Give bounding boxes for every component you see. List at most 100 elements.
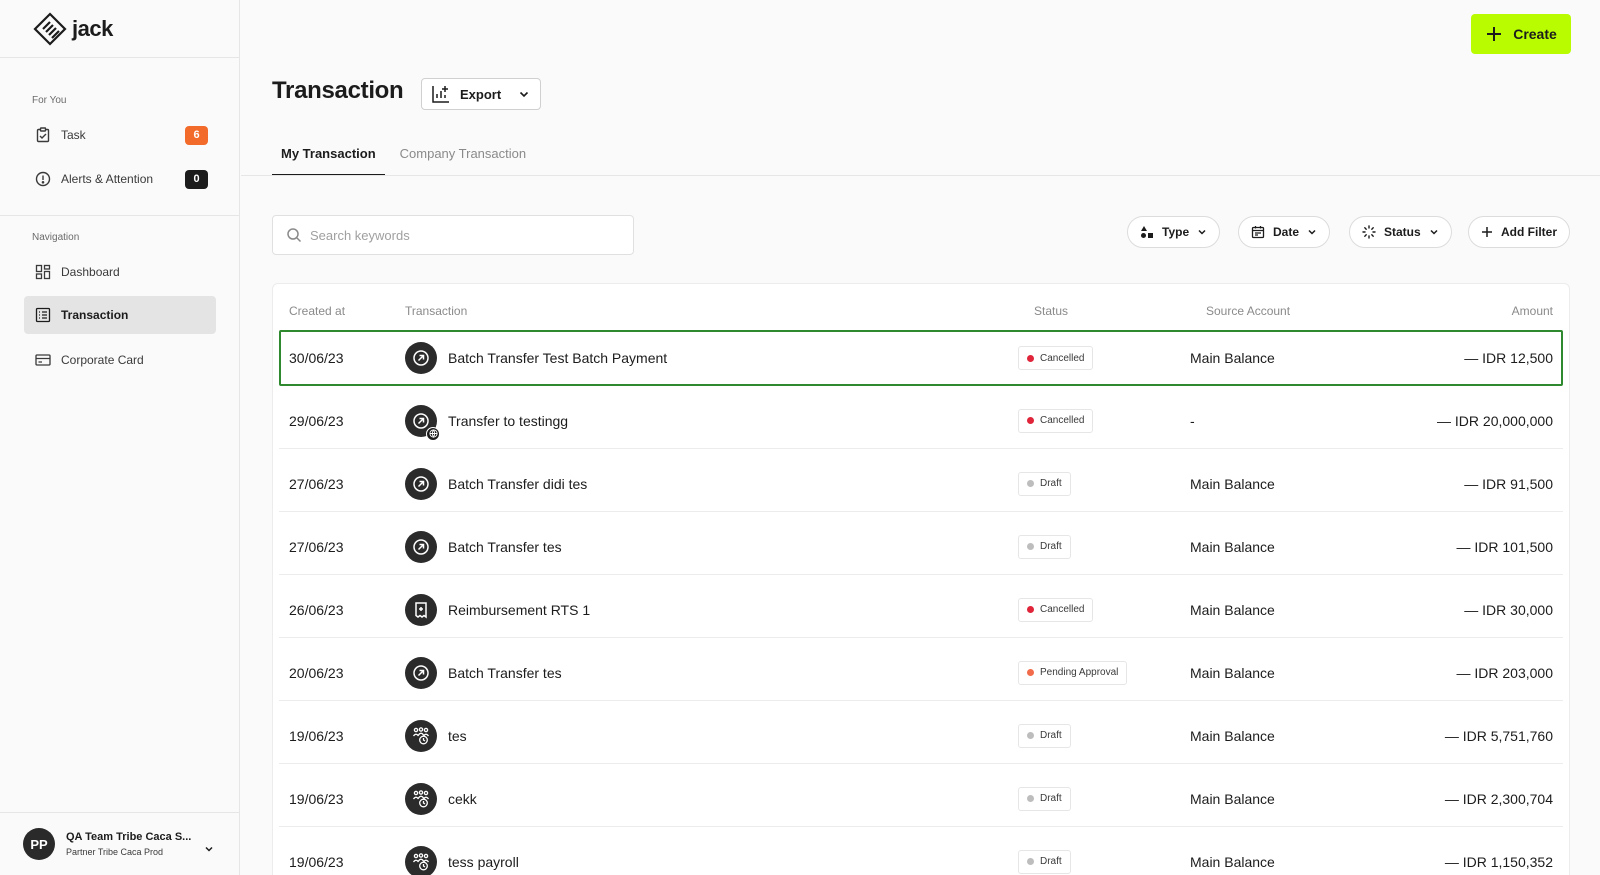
status-label: Draft: [1040, 856, 1062, 867]
status-label: Cancelled: [1040, 604, 1085, 615]
status-dot: [1027, 417, 1034, 424]
column-header-amount[interactable]: Amount: [1512, 304, 1553, 318]
alert-circle-icon: [34, 171, 51, 188]
row-status: Draft: [1018, 456, 1071, 511]
filter-status[interactable]: Status: [1349, 216, 1452, 248]
row-transaction: Reimbursement RTS 1: [405, 582, 590, 637]
row-date: 27/06/23: [289, 538, 344, 555]
table-row[interactable]: 30/06/23 Batch Transfer Test Batch Paymen…: [279, 330, 1563, 386]
plus-icon: [1487, 27, 1502, 41]
transaction-name: tes: [448, 727, 467, 744]
row-status: Cancelled: [1018, 393, 1094, 448]
calendar-icon: [1251, 226, 1265, 239]
row-transaction: cekk: [405, 771, 477, 826]
column-header-status[interactable]: Status: [1034, 304, 1068, 318]
tabs-divider: [241, 175, 1600, 176]
row-date: 30/06/23: [289, 350, 344, 366]
table-row[interactable]: 29/06/23 Transfer to testingg Cancelled - — …: [279, 393, 1563, 449]
row-amount: — IDR 101,500: [1456, 538, 1554, 555]
status-dot: [1027, 795, 1034, 802]
row-source-account: Main Balance: [1190, 538, 1275, 555]
row-status: Draft: [1018, 771, 1071, 826]
transaction-name: Batch Transfer didi tes: [448, 475, 588, 492]
table-row[interactable]: 19/06/23 tes Draft Main Balance — IDR 5,751,…: [279, 708, 1563, 764]
export-label: Export: [460, 86, 502, 102]
tab-company-transaction[interactable]: Company Transaction: [391, 140, 535, 176]
search-icon: [287, 228, 302, 243]
status-dot: [1027, 732, 1034, 739]
row-date: 26/06/23: [289, 601, 344, 618]
filter-type[interactable]: Type: [1127, 216, 1221, 248]
row-transaction: Batch Transfer tes: [405, 645, 562, 700]
alerts-count-badge: 0: [185, 169, 208, 189]
create-button[interactable]: Create: [1471, 14, 1571, 54]
shapes-icon: [1141, 226, 1153, 238]
transaction-tabs: My Transaction Company Transaction: [272, 140, 535, 176]
transaction-name: cekk: [448, 790, 477, 807]
status-badge: Draft: [1018, 849, 1071, 874]
task-count-badge: 6: [185, 125, 208, 145]
status-label: Draft: [1040, 730, 1062, 741]
avatar: PP: [23, 828, 55, 860]
status-label: Pending Approval: [1040, 667, 1119, 678]
row-transaction: Batch Transfer Test Batch Payment: [405, 332, 667, 384]
jack-logo-icon: [33, 11, 67, 46]
row-amount: — IDR 91,500: [1464, 475, 1553, 492]
export-button[interactable]: Export: [421, 78, 541, 110]
dashboard-icon: [34, 264, 51, 281]
row-date: 19/06/23: [289, 790, 344, 807]
payroll-icon: [405, 719, 437, 752]
filter-date[interactable]: Date: [1238, 216, 1331, 248]
sidebar: jack For You Task 6 Alerts & Attention 0…: [0, 0, 240, 875]
row-date: 29/06/23: [289, 412, 344, 429]
table-row[interactable]: 19/06/23 tess payroll Draft Main Balance — I…: [279, 834, 1563, 875]
filter-label: Date: [1273, 225, 1300, 239]
chevron-down-icon: [1308, 229, 1316, 235]
table-row[interactable]: 26/06/23 Reimbursement RTS 1 Cancelled Main…: [279, 582, 1563, 638]
table-row[interactable]: 27/06/23 Batch Transfer tes Draft Main Bala…: [279, 519, 1563, 575]
table-row[interactable]: 19/06/23 cekk Draft Main Balance — IDR 2,300…: [279, 771, 1563, 827]
arrow-up-right-icon: [405, 404, 440, 441]
transaction-name: Batch Transfer tes: [448, 664, 562, 681]
row-source-account: Main Balance: [1190, 790, 1275, 807]
transaction-table: Created at Transaction Status Source Acc…: [272, 283, 1570, 875]
status-dot: [1027, 606, 1034, 613]
user-account-switcher[interactable]: PP QA Team Tribe Caca S... Partner Tribe…: [0, 812, 240, 875]
status-label: Cancelled: [1040, 352, 1085, 364]
status-badge: Draft: [1018, 786, 1071, 811]
sidebar-item-alerts[interactable]: Alerts & Attention 0: [24, 160, 216, 198]
sidebar-item-dashboard[interactable]: Dashboard: [24, 253, 216, 291]
search-input[interactable]: [310, 227, 610, 243]
user-org: Partner Tribe Caca Prod: [66, 847, 164, 857]
plus-icon: [1482, 227, 1492, 237]
table-row[interactable]: 20/06/23 Batch Transfer tes Pending Approv…: [279, 645, 1563, 701]
add-filter-button[interactable]: Add Filter: [1468, 216, 1570, 248]
status-badge: Cancelled: [1018, 346, 1094, 370]
transaction-name: Reimbursement RTS 1: [448, 601, 591, 618]
sidebar-item-transaction[interactable]: Transaction: [24, 296, 216, 334]
logo[interactable]: jack: [0, 0, 239, 58]
row-transaction: Batch Transfer tes: [405, 519, 562, 574]
row-date: 27/06/23: [289, 475, 344, 492]
filter-label: Add Filter: [1501, 225, 1557, 239]
chevron-down-icon: [520, 91, 529, 98]
user-name: QA Team Tribe Caca S...: [66, 831, 192, 843]
arrow-up-right-icon: [405, 530, 437, 563]
globe-icon: [426, 426, 440, 441]
sidebar-item-corporate-card[interactable]: Corporate Card: [24, 341, 216, 379]
tab-my-transaction[interactable]: My Transaction: [272, 140, 385, 176]
column-header-source-account[interactable]: Source Account: [1206, 304, 1290, 318]
table-row[interactable]: 27/06/23 Batch Transfer didi tes Draft Main…: [279, 456, 1563, 512]
column-header-created-at[interactable]: Created at: [289, 304, 345, 318]
sidebar-item-task[interactable]: Task 6: [24, 116, 216, 154]
column-header-transaction[interactable]: Transaction: [405, 304, 467, 318]
row-amount: — IDR 12,500: [1464, 350, 1553, 366]
filter-label: Type: [1162, 225, 1190, 239]
row-amount: — IDR 203,000: [1456, 664, 1554, 681]
status-badge: Cancelled: [1018, 408, 1094, 433]
row-amount: — IDR 5,751,760: [1444, 727, 1553, 744]
status-dot: [1027, 858, 1034, 865]
transaction-name: Batch Transfer tes: [448, 538, 562, 555]
card-icon: [34, 352, 51, 369]
status-label: Draft: [1040, 793, 1062, 804]
